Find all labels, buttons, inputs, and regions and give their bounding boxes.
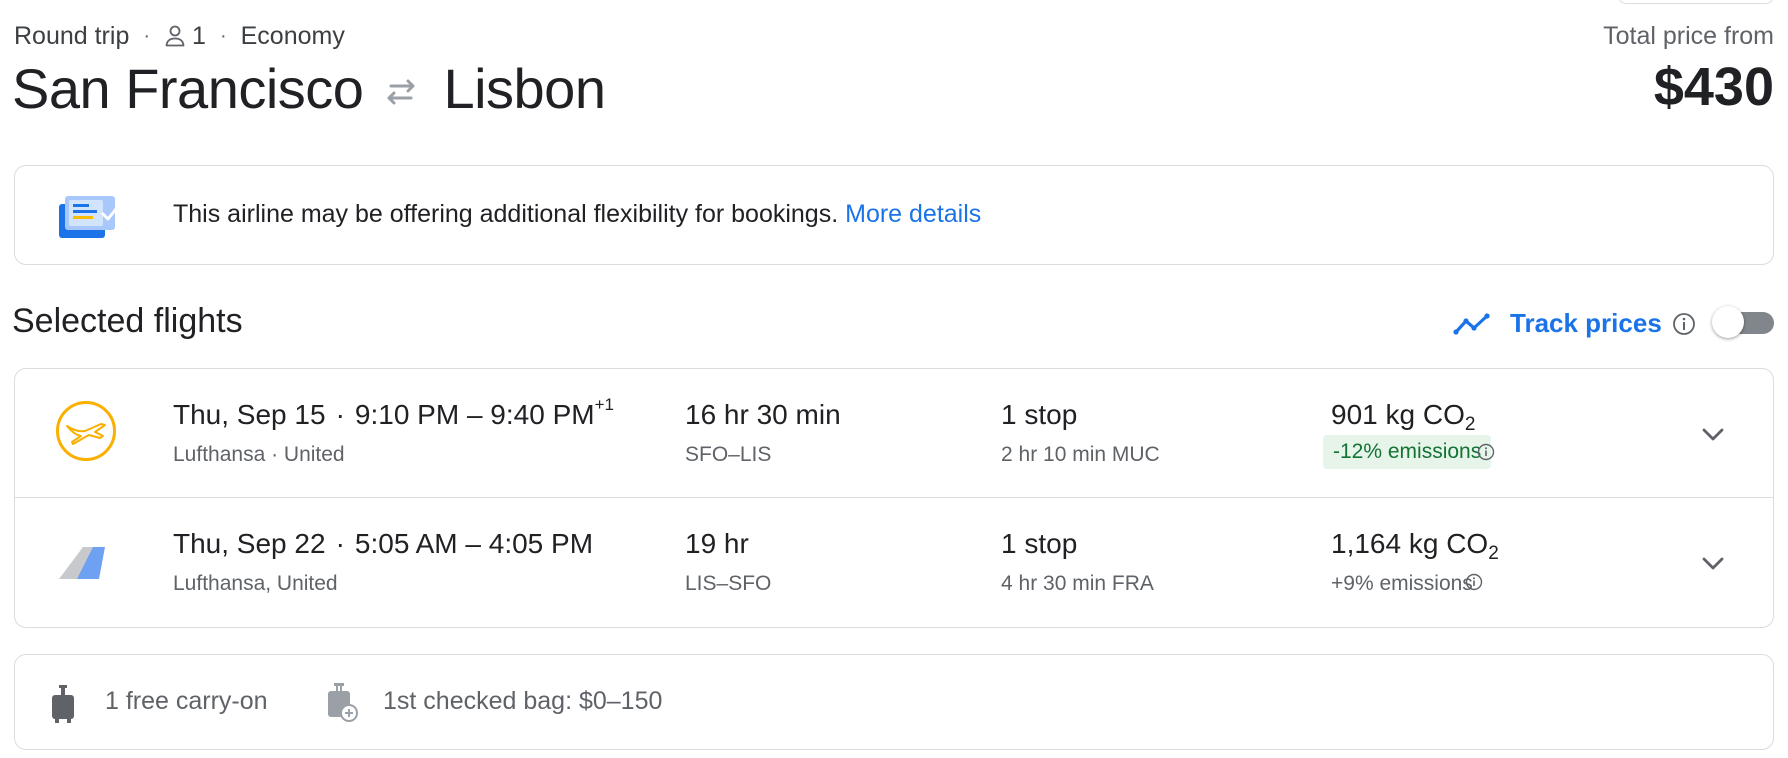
ticket-check-icon — [59, 196, 118, 238]
price-label: Total price from — [1603, 22, 1774, 50]
more-details-link[interactable]: More details — [845, 200, 981, 228]
info-icon[interactable] — [1477, 443, 1495, 461]
co2-amount: 901 kg CO2 — [1331, 399, 1475, 435]
chevron-down-icon[interactable] — [1698, 419, 1728, 449]
co2-subscript: 2 — [1464, 414, 1476, 435]
origin-city: San Francisco — [12, 57, 364, 120]
emissions-badge: -12% emissions — [1323, 435, 1492, 469]
flight-duration: 19 hr — [685, 528, 749, 559]
flight-date: Thu, Sep 22 — [173, 528, 326, 559]
track-prices[interactable]: Track prices — [1452, 308, 1696, 339]
separator-dot: · — [143, 24, 151, 47]
co2-amount: 1,164 kg CO2 — [1331, 528, 1499, 564]
section-title: Selected flights — [12, 302, 243, 340]
info-icon[interactable] — [1465, 573, 1483, 591]
emissions-text: +9% emissions — [1331, 572, 1473, 595]
checked-bag-text: 1st checked bag: $0–150 — [383, 687, 663, 715]
flight-times: Thu, Sep 15 · 9:10 PM – 9:40 PM+1 — [173, 395, 614, 431]
route-title: San Francisco Lisbon — [12, 56, 606, 121]
route-codes: SFO–LIS — [685, 443, 772, 466]
notice-text: This airline may be offering additional … — [173, 200, 839, 228]
co2-value: 901 kg CO — [1331, 399, 1465, 430]
separator-dot: · — [219, 24, 227, 47]
chevron-down-icon[interactable] — [1698, 548, 1728, 578]
flight-row-outbound[interactable]: Thu, Sep 15 · 9:10 PM – 9:40 PM+1 Lufthans… — [15, 369, 1773, 498]
destination-city: Lisbon — [443, 57, 606, 120]
flight-row-return[interactable]: Thu, Sep 22 · 5:05 AM – 4:05 PM Lufthansa,… — [15, 498, 1773, 627]
baggage-info: 1 free carry-on 1st checked bag: $0–150 — [14, 654, 1774, 750]
selected-flights-list: Thu, Sep 15 · 9:10 PM – 9:40 PM+1 Lufthans… — [14, 368, 1774, 628]
trend-line-icon — [1453, 312, 1490, 335]
trip-type: Round trip — [14, 21, 130, 50]
lufthansa-logo-icon — [56, 401, 116, 461]
track-prices-toggle[interactable] — [1712, 306, 1774, 338]
info-icon[interactable] — [1672, 312, 1696, 336]
departure-arrival-times: 9:10 PM – 9:40 PM — [354, 399, 595, 430]
flight-date: Thu, Sep 15 — [173, 399, 326, 430]
layover-info: 2 hr 10 min MUC — [1001, 443, 1160, 466]
trip-summary: Round trip · 1 · Economy — [14, 22, 345, 50]
top-tab-fragment — [1618, 0, 1774, 4]
notice-message: This airline may be offering additional … — [173, 200, 981, 229]
layover-info: 4 hr 30 min FRA — [1001, 572, 1154, 595]
track-prices-label[interactable]: Track prices — [1510, 308, 1662, 339]
carry-on-bag-icon — [52, 685, 74, 723]
co2-value: 1,164 kg CO — [1331, 528, 1489, 559]
airline-tail-logo-icon — [59, 547, 105, 579]
stops-count: 1 stop — [1001, 399, 1078, 430]
flight-times: Thu, Sep 22 · 5:05 AM – 4:05 PM — [173, 528, 593, 560]
flight-duration: 16 hr 30 min — [685, 399, 841, 430]
checked-bag-icon — [328, 683, 358, 722]
separator-dot: · — [335, 399, 345, 430]
co2-subscript: 2 — [1488, 543, 1499, 564]
flexibility-notice: This airline may be offering additional … — [14, 165, 1774, 265]
total-price: $430 — [1653, 57, 1774, 117]
cabin-class: Economy — [240, 21, 345, 50]
day-offset: +1 — [594, 395, 614, 414]
separator-dot: · — [335, 528, 345, 559]
person-icon — [165, 25, 185, 47]
passenger-count: 1 — [192, 21, 206, 50]
carry-on-text: 1 free carry-on — [105, 687, 268, 715]
airline-names: Lufthansa · United — [173, 443, 345, 466]
departure-arrival-times: 5:05 AM – 4:05 PM — [354, 528, 594, 559]
airline-names: Lufthansa, United — [173, 572, 338, 595]
route-codes: LIS–SFO — [685, 572, 772, 595]
toggle-knob — [1712, 306, 1744, 338]
swap-arrows-icon — [387, 79, 415, 104]
stops-count: 1 stop — [1001, 528, 1078, 559]
